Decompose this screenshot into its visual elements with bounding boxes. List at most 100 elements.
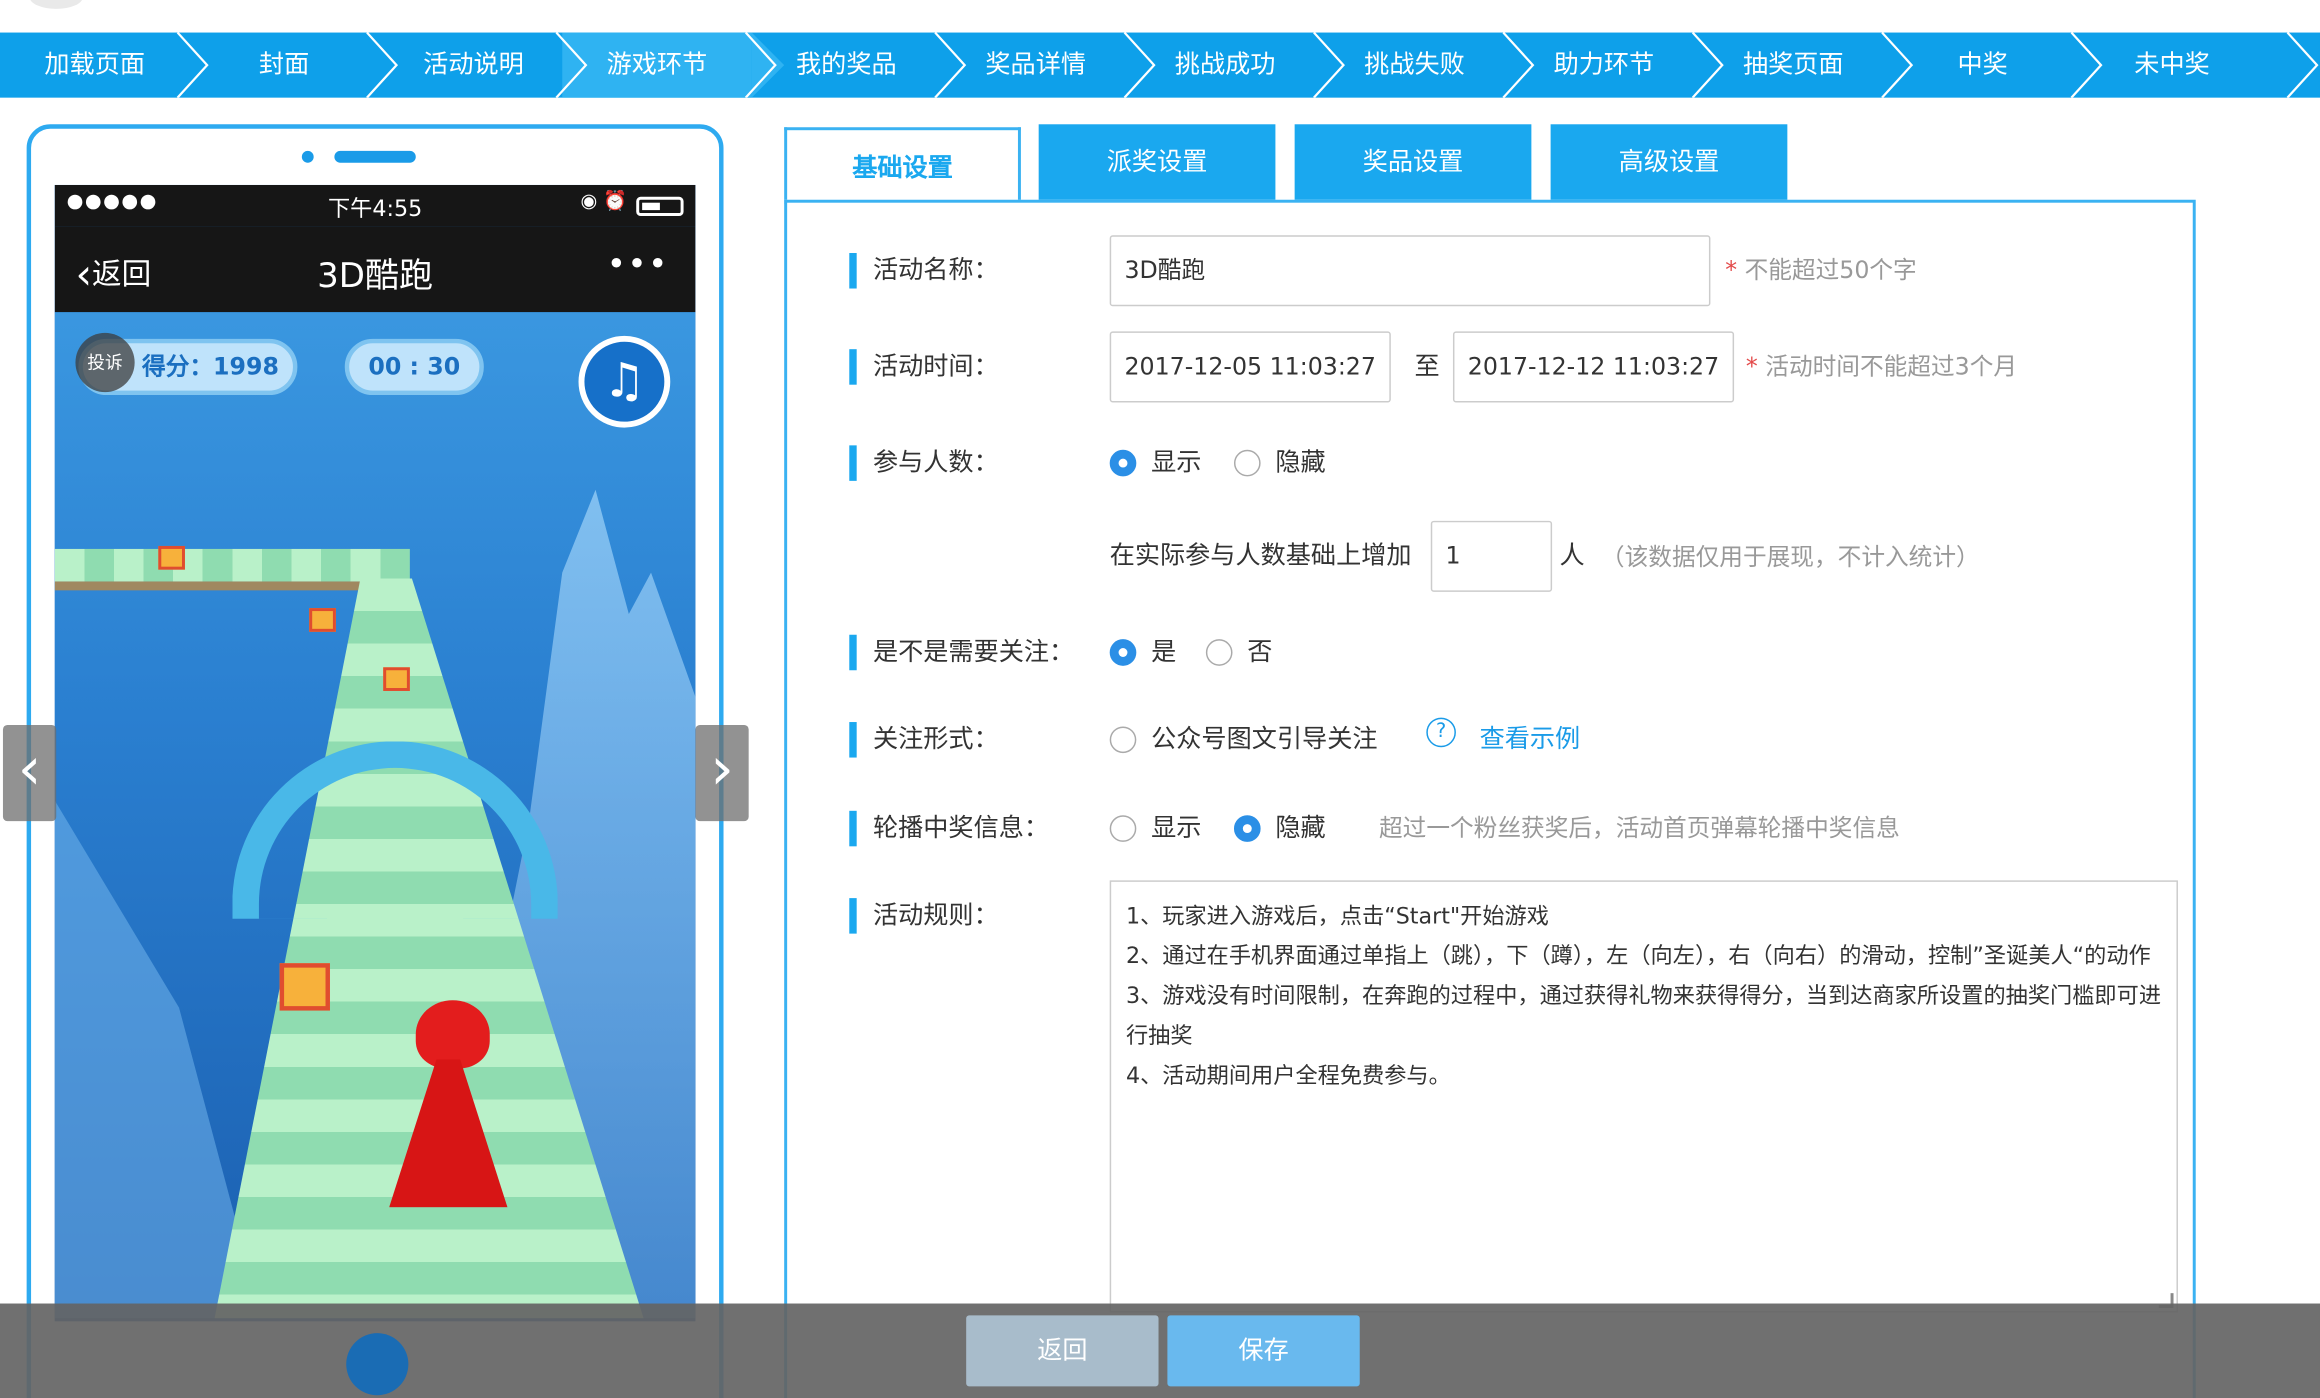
step-separator-icon <box>555 32 588 98</box>
more-icon[interactable]: ••• <box>607 247 669 284</box>
carousel-note: 超过一个粉丝获奖后，活动首页弹幕轮播中奖信息 <box>1378 813 1900 842</box>
step-challenge-success[interactable]: 挑战成功 <box>1130 33 1319 98</box>
step-separator-icon <box>1881 32 1914 98</box>
step-prize-detail[interactable]: 奖品详情 <box>941 33 1130 98</box>
increase-prefix: 在实际参与人数基础上增加 <box>1109 541 1412 572</box>
activity-name-label: 活动名称： <box>849 253 999 289</box>
step-intro[interactable]: 活动说明 <box>379 33 568 98</box>
logo <box>29 0 83 9</box>
phone-speaker <box>334 150 416 163</box>
follow-yes-label: 是 <box>1151 637 1177 668</box>
tab-basic[interactable]: 基础设置 <box>784 127 1021 205</box>
rule-line: 2、通过在手机界面通过单指上（跳），下（蹲），左（向左），右（向右）的滑动，控制… <box>1125 942 2151 970</box>
phone-camera <box>301 150 314 163</box>
step-challenge-fail[interactable]: 挑战失败 <box>1320 33 1509 98</box>
participants-show-radio[interactable] <box>1109 449 1137 477</box>
phone-home-button[interactable] <box>346 1333 409 1396</box>
participants-label: 参与人数： <box>849 445 999 481</box>
report-button[interactable]: 投诉 <box>75 332 135 393</box>
start-time-input[interactable]: 2017-12-05 11:03:27 <box>1109 331 1391 403</box>
end-time-input[interactable]: 2017-12-12 11:03:27 <box>1452 331 1735 403</box>
rule-line: 3、游戏没有时间限制，在奔跑的过程中，通过获得礼物来获得得分，当到达商家所设置的… <box>1125 982 2162 1050</box>
app-root: 加载页面 封面 活动说明 游戏环节 我的奖品 奖品详情 挑战成功 挑战失败 助力… <box>0 0 2320 1398</box>
participants-show-label: 显示 <box>1151 448 1202 478</box>
activity-time-hint: * 活动时间不能超过3个月 <box>1746 349 2017 385</box>
basic-settings-panel: 活动名称： 3D酷跑 * 不能超过50个字 活动时间： 2017-12-05 1… <box>784 199 2196 1398</box>
rules-label: 活动规则： <box>849 898 999 934</box>
top-strip <box>0 0 2320 33</box>
tab-prizes[interactable]: 奖品设置 <box>1294 124 1532 202</box>
step-nav: 加载页面 封面 活动说明 游戏环节 我的奖品 奖品详情 挑战成功 挑战失败 助力… <box>0 32 2320 98</box>
phone-screen: ●●●●● 下午4:55 ◉ ⏰ ‹返回 3D酷跑 ••• 得分：1998 投诉… <box>54 184 696 1322</box>
runner-character <box>415 1000 490 1069</box>
follow-type-radio[interactable] <box>1109 726 1137 754</box>
help-icon[interactable]: ? <box>1426 717 1456 748</box>
rules-textarea[interactable]: 1、玩家进入游戏后，点击“Start"开始游戏 2、通过在手机界面通过单指上（跳… <box>1109 880 2178 1313</box>
step-separator-icon <box>2286 32 2319 98</box>
ice-arch <box>232 741 558 919</box>
next-arrow-icon[interactable]: › <box>695 725 749 822</box>
tab-distribution[interactable]: 派奖设置 <box>1038 124 1276 202</box>
carousel-hide-label: 隐藏 <box>1275 813 1326 844</box>
step-separator-icon <box>176 32 209 98</box>
step-no-win[interactable]: 未中奖 <box>2077 33 2266 98</box>
tab-advanced[interactable]: 高级设置 <box>1550 124 1788 202</box>
gift-icon <box>158 545 185 570</box>
step-assist[interactable]: 助力环节 <box>1509 33 1698 98</box>
follow-yes-radio[interactable] <box>1109 639 1137 666</box>
prev-arrow-icon[interactable]: ‹ <box>2 725 57 822</box>
step-game[interactable]: 游戏环节 <box>562 32 785 98</box>
increase-note: （该数据仅用于展现，不计入统计） <box>1600 543 1980 572</box>
follow-no-radio[interactable] <box>1205 639 1233 666</box>
follow-no-label: 否 <box>1247 637 1273 668</box>
step-separator-icon <box>1691 32 1724 98</box>
required-mark: * <box>1725 255 1738 285</box>
carousel-show-label: 显示 <box>1151 813 1202 844</box>
music-icon[interactable]: ♫ <box>578 335 671 428</box>
activity-name-input[interactable]: 3D酷跑 <box>1109 235 1711 307</box>
gift-icon <box>279 963 330 1011</box>
timer-display: 00 : 30 <box>344 338 484 396</box>
status-icons: ◉ ⏰ <box>580 190 628 214</box>
step-separator-icon <box>366 32 399 98</box>
step-separator-icon <box>1313 32 1345 98</box>
need-follow-label: 是不是需要关注： <box>849 634 1074 671</box>
step-separator-icon <box>1123 32 1156 98</box>
step-separator-icon <box>744 32 777 98</box>
step-separator-icon <box>934 32 967 98</box>
phone-title-bar: ‹返回 3D酷跑 ••• <box>54 226 696 313</box>
settings-tabs: 基础设置 派奖设置 奖品设置 高级设置 <box>784 124 2204 205</box>
increase-input[interactable]: 1 <box>1430 520 1553 592</box>
follow-type-option: 公众号图文引导关注 <box>1151 725 1378 755</box>
step-lottery[interactable]: 抽奖页面 <box>1699 33 1888 98</box>
phone-title: 3D酷跑 <box>317 257 434 296</box>
activity-name-hint: * 不能超过50个字 <box>1725 253 1917 289</box>
increase-unit: 人 <box>1559 541 1585 572</box>
rule-line: 1、玩家进入游戏后，点击“Start"开始游戏 <box>1125 902 1549 930</box>
activity-time-hint-text: 活动时间不能超过3个月 <box>1757 352 2018 381</box>
gift-icon <box>309 608 336 632</box>
step-separator-icon <box>1502 32 1535 98</box>
rule-line: 4、活动期间用户全程免费参与。 <box>1125 1062 1451 1089</box>
required-mark: * <box>1745 352 1758 381</box>
side-track <box>54 548 410 591</box>
step-separator-icon <box>2070 32 2103 98</box>
battery-icon <box>636 196 684 217</box>
gift-icon <box>383 667 410 691</box>
game-scene: 得分：1998 投诉 00 : 30 ♫ <box>54 312 696 1322</box>
carousel-hide-radio[interactable] <box>1233 815 1261 842</box>
status-bar: ●●●●● 下午4:55 ◉ ⏰ <box>54 184 696 227</box>
save-button[interactable]: 保存 <box>1167 1315 1360 1387</box>
back-button[interactable]: 返回 <box>966 1315 1159 1387</box>
step-win[interactable]: 中奖 <box>1888 33 2077 98</box>
view-example-link[interactable]: 查看示例 <box>1480 722 1581 758</box>
phone-preview: ●●●●● 下午4:55 ◉ ⏰ ‹返回 3D酷跑 ••• 得分：1998 投诉… <box>26 124 724 1398</box>
activity-name-hint-text: 不能超过50个字 <box>1737 255 1917 285</box>
follow-type-label: 关注形式： <box>849 722 999 758</box>
participants-hide-radio[interactable] <box>1233 449 1261 477</box>
time-to-label: 至 <box>1414 352 1440 382</box>
carousel-show-radio[interactable] <box>1109 815 1137 842</box>
carousel-winners-label: 轮播中奖信息： <box>849 810 1049 847</box>
step-loading[interactable]: 加载页面 <box>0 33 189 98</box>
step-cover[interactable]: 封面 <box>189 33 378 98</box>
